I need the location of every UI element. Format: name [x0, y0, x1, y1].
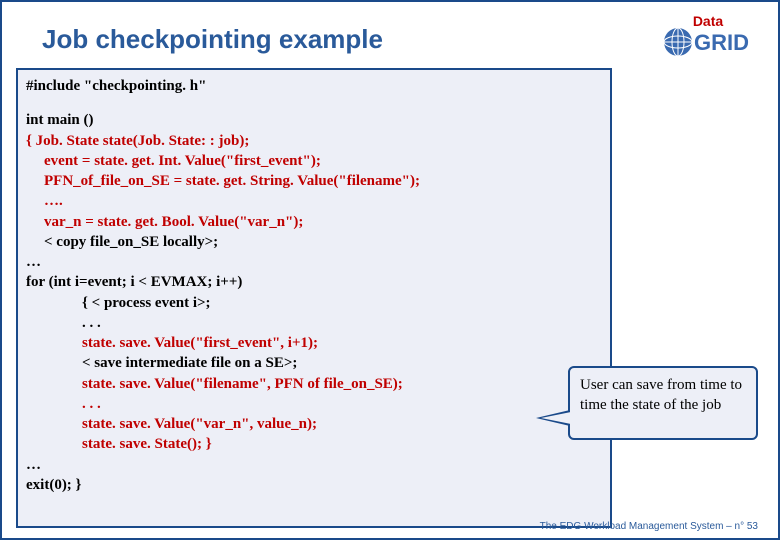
- code-line: …: [26, 455, 602, 475]
- code-line: event = state. get. Int. Value("first_ev…: [26, 151, 602, 171]
- code-line: exit(0); }: [26, 475, 602, 495]
- globe-icon: [664, 28, 692, 56]
- callout-text: User can save from time to time the stat…: [580, 377, 742, 413]
- datagrid-logo: Data GRID: [658, 12, 758, 60]
- code-line: state. save. Value("first_event", i+1);: [26, 333, 602, 353]
- callout-arrow-fill: [541, 412, 571, 424]
- code-line: . . .: [26, 313, 602, 333]
- slide: Job checkpointing example Data GRID #inc…: [0, 0, 780, 540]
- slide-title: Job checkpointing example: [42, 24, 383, 55]
- code-line: for (int i=event; i < EVMAX; i++): [26, 272, 602, 292]
- code-line: state. save. Value("filename", PFN of fi…: [26, 374, 602, 394]
- logo-text-data: Data: [693, 13, 724, 29]
- code-line: PFN_of_file_on_SE = state. get. String. …: [26, 171, 602, 191]
- code-block: #include "checkpointing. h" int main () …: [16, 68, 612, 528]
- code-line: …: [26, 252, 602, 272]
- logo-text-grid: GRID: [694, 30, 749, 55]
- code-line: { < process event i>;: [26, 293, 602, 313]
- code-line: < save intermediate file on a SE>;: [26, 353, 602, 373]
- code-line: < copy file_on_SE locally>;: [26, 232, 602, 252]
- code-line: #include "checkpointing. h": [26, 76, 602, 96]
- code-line: var_n = state. get. Bool. Value("var_n")…: [26, 212, 602, 232]
- footer: The EDG Workload Management System – n° …: [540, 521, 758, 532]
- page-prefix: n°: [735, 521, 745, 532]
- annotation-callout: User can save from time to time the stat…: [568, 366, 758, 440]
- code-line: ….: [26, 191, 602, 211]
- code-line: { Job. State state(Job. State: : job);: [26, 131, 602, 151]
- code-line: int main (): [26, 110, 602, 130]
- code-line: state. save. State(); }: [26, 434, 602, 454]
- code-line: . . .: [26, 394, 602, 414]
- page-number: 53: [747, 521, 758, 532]
- code-line: state. save. Value("var_n", value_n);: [26, 414, 602, 434]
- footer-text: The EDG Workload Management System –: [540, 521, 732, 532]
